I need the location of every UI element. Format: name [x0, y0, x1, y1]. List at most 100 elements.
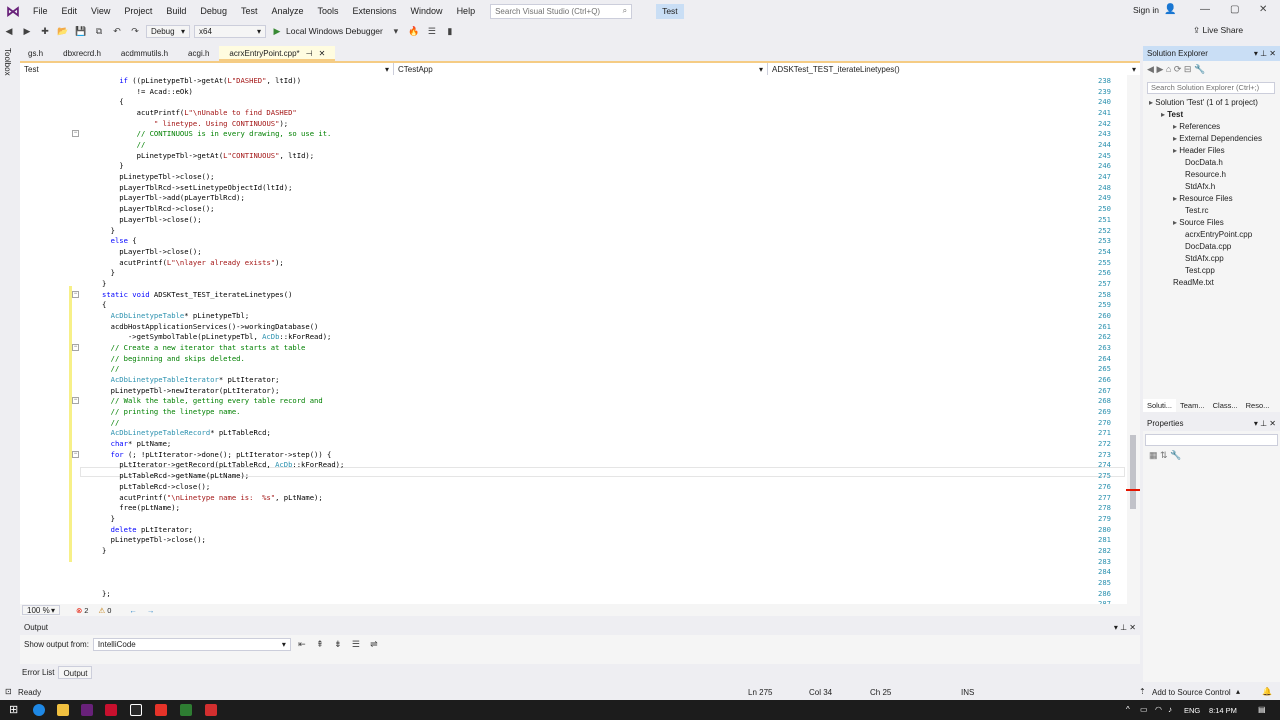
scrollbar-thumb[interactable]: [1130, 435, 1136, 509]
visual-studio-logo-icon[interactable]: ⋈: [0, 0, 26, 22]
code-line[interactable]: pLinetypeTbl->getAt(L"CONTINUOUS", ltId)…: [102, 151, 314, 160]
minimize-icon[interactable]: —: [1200, 4, 1210, 15]
acrobat-icon[interactable]: [155, 704, 167, 716]
fold-toggle-icon[interactable]: −: [72, 344, 79, 351]
code-line[interactable]: pLinetypeTbl->newIterator(pLtIterator);: [102, 386, 280, 395]
windows-start-icon[interactable]: ⊞: [9, 703, 18, 716]
solution-explorer-tab[interactable]: Reso...: [1242, 399, 1274, 412]
document-tab[interactable]: gs.h: [18, 46, 53, 61]
solution-tree-node[interactable]: DocData.h: [1185, 158, 1223, 167]
code-line[interactable]: acutPrintf(L"\nlayer already exists");: [102, 258, 283, 267]
menu-item-help[interactable]: Help: [450, 0, 483, 22]
code-line[interactable]: delete pLtIterator;: [102, 525, 193, 534]
back-icon[interactable]: ◀: [1147, 64, 1154, 74]
solution-tree-node[interactable]: ReadMe.txt: [1173, 278, 1214, 287]
start-debug-icon[interactable]: ▶: [270, 24, 284, 38]
code-line[interactable]: acdbHostApplicationServices()->workingDa…: [102, 322, 319, 331]
menu-item-tools[interactable]: Tools: [311, 0, 346, 22]
solution-tree-node[interactable]: Test.rc: [1185, 206, 1209, 215]
next-message-icon[interactable]: ⇟: [331, 637, 345, 651]
solution-tree-node[interactable]: ▸ Solution 'Test' (1 of 1 project): [1149, 98, 1258, 107]
solution-explorer-tab[interactable]: Team...: [1176, 399, 1209, 412]
home-icon[interactable]: ⌂: [1166, 64, 1171, 74]
menu-item-project[interactable]: Project: [117, 0, 159, 22]
solution-tree-node[interactable]: ▸ References: [1173, 122, 1220, 131]
solution-tree-node[interactable]: Resource.h: [1185, 170, 1226, 179]
code-line[interactable]: pLayerTbl->close();: [102, 215, 201, 224]
code-line[interactable]: != Acad::eOk): [102, 87, 193, 96]
save-icon[interactable]: 💾: [74, 24, 88, 38]
clock-time[interactable]: 8:14 PM: [1209, 706, 1237, 715]
solution-explorer-tab[interactable]: Class...: [1209, 399, 1242, 412]
close-window-icon[interactable]: ✕: [1259, 4, 1267, 15]
forward-icon[interactable]: ▶: [1156, 64, 1163, 74]
word-wrap-icon[interactable]: ⇌: [367, 637, 381, 651]
code-editor[interactable]: 238 if ((pLinetypeTbl->getAt(L"DASHED", …: [20, 75, 1127, 604]
solution-tree-node[interactable]: ▸ Source Files: [1173, 218, 1224, 227]
code-line[interactable]: AcDbLinetypeTable* pLinetypeTbl;: [102, 311, 250, 320]
pin-icon[interactable]: ⊥: [1120, 623, 1127, 632]
code-line[interactable]: }: [102, 546, 106, 555]
code-line[interactable]: // printing the linetype name.: [102, 407, 241, 416]
zoom-select[interactable]: 100 % ▾: [22, 605, 60, 615]
visual-studio-taskbar-icon[interactable]: [81, 704, 93, 716]
toolbox-tab[interactable]: Toolbox: [3, 48, 12, 76]
code-line[interactable]: pLayerTblRcd->setLinetypeObjectId(ltId);: [102, 183, 292, 192]
edge-browser-icon[interactable]: [33, 704, 45, 716]
member-select[interactable]: ADSKTest_TEST_iterateLinetypes() ▾: [768, 63, 1140, 75]
configuration-select[interactable]: Debug ▾: [146, 24, 190, 38]
autocad-alt-icon[interactable]: [130, 704, 142, 716]
menu-item-view[interactable]: View: [84, 0, 117, 22]
code-line[interactable]: // CONTINUOUS is in every drawing, so us…: [102, 129, 332, 138]
status-line[interactable]: Ln 275: [748, 688, 772, 697]
sync-icon[interactable]: ⟳: [1174, 64, 1182, 74]
code-line[interactable]: }: [102, 514, 115, 523]
code-line[interactable]: for (; !pLtIterator->done(); pLtIterator…: [102, 450, 332, 459]
undo-icon[interactable]: ↶: [110, 24, 124, 38]
warning-count[interactable]: 0: [107, 606, 111, 615]
forward-icon[interactable]: ▶: [20, 24, 34, 38]
clear-all-icon[interactable]: ☰: [349, 637, 363, 651]
code-line[interactable]: pLinetypeTbl->close();: [102, 535, 206, 544]
pin-icon[interactable]: ⊥: [1260, 49, 1267, 58]
solution-tree-node[interactable]: acrxEntryPoint.cpp: [1185, 230, 1252, 239]
error-icon[interactable]: ⊗: [76, 606, 82, 615]
document-tab[interactable]: dbxrecrd.h: [53, 46, 111, 61]
project-select[interactable]: Test ▾: [20, 63, 394, 75]
code-line[interactable]: //: [102, 364, 120, 373]
menu-item-window[interactable]: Window: [404, 0, 450, 22]
menu-item-test[interactable]: Test: [234, 0, 265, 22]
menu-item-edit[interactable]: Edit: [55, 0, 85, 22]
code-line[interactable]: }: [102, 268, 115, 277]
hot-reload-icon[interactable]: 🔥: [407, 24, 421, 38]
network-icon[interactable]: ▭: [1140, 705, 1148, 714]
menu-item-analyze[interactable]: Analyze: [264, 0, 310, 22]
status-column[interactable]: Col 34: [809, 688, 832, 697]
file-explorer-icon[interactable]: [57, 704, 69, 716]
menu-item-build[interactable]: Build: [159, 0, 193, 22]
start-debugger-button[interactable]: Local Windows Debugger: [286, 26, 383, 36]
wifi-icon[interactable]: ◠: [1155, 705, 1162, 714]
chevron-down-icon[interactable]: ▾: [1114, 623, 1118, 632]
notifications-icon[interactable]: ▤: [1258, 705, 1266, 714]
arrow-right-icon[interactable]: →: [147, 606, 155, 615]
code-line[interactable]: AcDbLinetypeTableIterator* pLtIterator;: [102, 375, 280, 384]
search-input[interactable]: Search Visual Studio (Ctrl+Q) ⌕: [490, 3, 633, 19]
volume-icon[interactable]: ♪: [1168, 705, 1172, 714]
alphabetical-icon[interactable]: ⇅: [1160, 450, 1168, 460]
bottom-tab-output[interactable]: Output: [58, 666, 93, 679]
solution-tree-node[interactable]: ▸ Resource Files: [1173, 194, 1233, 203]
find-message-icon[interactable]: ⇤: [295, 637, 309, 651]
sign-in-link[interactable]: Sign in: [1133, 5, 1159, 15]
code-line[interactable]: pLtIterator->getRecord(pLtTableRcd, AcDb…: [102, 460, 344, 469]
code-line[interactable]: ->getSymbolTable(pLinetypeTbl, AcDb::kFo…: [102, 332, 331, 341]
document-tab[interactable]: acgi.h: [178, 46, 219, 61]
code-line[interactable]: pLtTableRcd->close();: [102, 482, 210, 491]
notification-bell-icon[interactable]: 🔔: [1262, 687, 1272, 696]
account-icon[interactable]: 👤: [1164, 4, 1176, 15]
error-count[interactable]: 2: [84, 606, 88, 615]
code-line[interactable]: //: [102, 140, 146, 149]
chevron-down-icon[interactable]: ▾: [389, 24, 403, 38]
new-item-icon[interactable]: ✚: [38, 24, 52, 38]
solution-tree-node[interactable]: ▸ Header Files: [1173, 146, 1225, 155]
